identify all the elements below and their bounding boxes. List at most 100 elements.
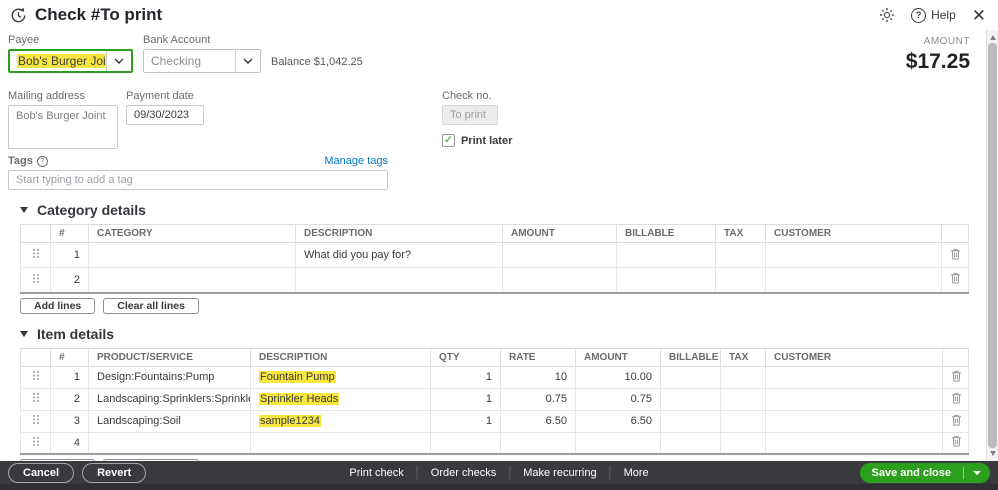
tags-input[interactable] [8,170,388,190]
rate-cell[interactable] [500,431,576,455]
scroll-down-icon[interactable] [989,451,996,456]
check-no-label: Check no. [442,90,492,102]
billable-cell[interactable] [660,431,721,455]
bank-account-select[interactable]: Checking [143,49,261,73]
product-service-cell[interactable]: Design:Fountains:Pump [88,365,251,389]
tax-cell[interactable] [720,365,766,389]
amount-cell[interactable] [502,267,617,293]
amount-cell[interactable]: 10.00 [575,365,661,389]
billable-cell[interactable] [616,242,716,268]
tax-cell[interactable] [720,431,766,455]
trash-icon[interactable] [941,267,969,293]
description-cell[interactable]: What did you pay for? [295,242,503,268]
amount-panel: AMOUNT $17.25 [906,34,976,74]
payment-date-field[interactable]: 09/30/2023 [126,105,204,125]
qty-cell[interactable] [430,431,501,455]
billable-cell[interactable] [616,267,716,293]
drag-handle-icon[interactable] [20,409,51,433]
description-cell[interactable]: Sprinkler Heads [250,387,431,411]
product-service-cell[interactable]: Landscaping:Soil [88,409,251,433]
drag-handle-icon[interactable] [20,387,51,411]
tax-cell[interactable] [720,387,766,411]
page-title: Check #To print [35,5,163,24]
category-cell[interactable] [88,267,296,293]
product-service-cell[interactable] [88,431,251,455]
drag-handle-icon[interactable] [20,267,51,293]
customer-cell[interactable] [765,431,943,455]
item-details-toggle[interactable]: Item details [20,326,976,342]
scrollbar-thumb[interactable] [988,43,997,448]
clear-all-lines-button[interactable]: Clear all lines [103,297,199,314]
trash-icon[interactable] [942,387,969,411]
amount-cell[interactable] [575,431,661,455]
tax-cell[interactable] [715,267,766,293]
bank-balance: Balance $1,042.25 [271,56,363,68]
rate-cell[interactable]: 6.50 [500,409,576,433]
col-qty: QTY [430,347,501,367]
drag-handle-icon[interactable] [20,242,51,268]
payee-value: Bob's Burger Joint [17,54,106,68]
col-amount: AMOUNT [575,347,661,367]
revert-button[interactable]: Revert [82,462,147,483]
customer-cell[interactable] [765,387,943,411]
save-dropdown-toggle[interactable] [964,463,990,483]
chevron-down-icon[interactable] [106,51,131,71]
description-cell[interactable]: sample1234 [250,409,431,433]
trash-icon[interactable] [941,242,969,268]
amount-cell[interactable] [502,242,617,268]
billable-cell[interactable] [660,365,721,389]
col-num: # [50,224,89,243]
highlighted-description: Fountain Pump [259,371,336,383]
billable-cell[interactable] [660,409,721,433]
tags-help-icon[interactable]: ? [36,155,48,167]
trash-icon[interactable] [942,431,969,455]
trash-icon[interactable] [942,365,969,389]
description-cell[interactable] [250,431,431,455]
scroll-up-icon[interactable] [989,35,996,40]
print-later-checkbox[interactable]: ✓ Print later [442,134,512,147]
order-checks-button[interactable]: Order checks [418,467,509,479]
col-num: # [50,347,89,367]
trash-icon[interactable] [942,409,969,433]
gear-icon[interactable] [879,7,895,23]
row-number: 1 [50,242,89,268]
cancel-button[interactable]: Cancel [8,462,75,483]
chevron-down-icon[interactable] [235,50,260,72]
customer-cell[interactable] [765,409,943,433]
more-button[interactable]: More [611,467,662,479]
category-details-toggle[interactable]: Category details [20,202,976,218]
mailing-address-field[interactable]: Bob's Burger Joint [8,105,118,149]
save-and-close-button[interactable]: Save and close [859,462,990,483]
qty-cell[interactable]: 1 [430,387,501,411]
drag-handle-icon[interactable] [20,365,51,389]
mailing-address-group: Mailing address Bob's Burger Joint [8,90,118,149]
payee-select[interactable]: Bob's Burger Joint [8,49,133,73]
print-check-button[interactable]: Print check [336,467,416,479]
close-icon[interactable]: ✕ [972,7,986,24]
customer-cell[interactable] [765,365,943,389]
tax-cell[interactable] [715,242,766,268]
description-cell[interactable]: Fountain Pump [250,365,431,389]
amount-cell[interactable]: 0.75 [575,387,661,411]
description-cell[interactable] [295,267,503,293]
col-rate: RATE [500,347,576,367]
customer-cell[interactable] [765,267,942,293]
manage-tags-link[interactable]: Manage tags [324,155,388,167]
qty-cell[interactable]: 1 [430,365,501,389]
amount-cell[interactable]: 6.50 [575,409,661,433]
vertical-scrollbar[interactable] [986,30,998,461]
rate-cell[interactable]: 0.75 [500,387,576,411]
help-button[interactable]: ? Help [911,7,956,23]
category-cell[interactable] [88,242,296,268]
tax-cell[interactable] [720,409,766,433]
add-lines-button[interactable]: Add lines [20,297,96,314]
rate-cell[interactable]: 10 [500,365,576,389]
product-service-cell[interactable]: Landscaping:Sprinklers:Sprinkler Heads [88,387,251,411]
recent-transactions-icon[interactable] [10,7,27,24]
col-billable: BILLABLE [660,347,721,367]
billable-cell[interactable] [660,387,721,411]
qty-cell[interactable]: 1 [430,409,501,433]
drag-handle-icon[interactable] [20,431,51,455]
customer-cell[interactable] [765,242,942,268]
make-recurring-button[interactable]: Make recurring [510,467,609,479]
